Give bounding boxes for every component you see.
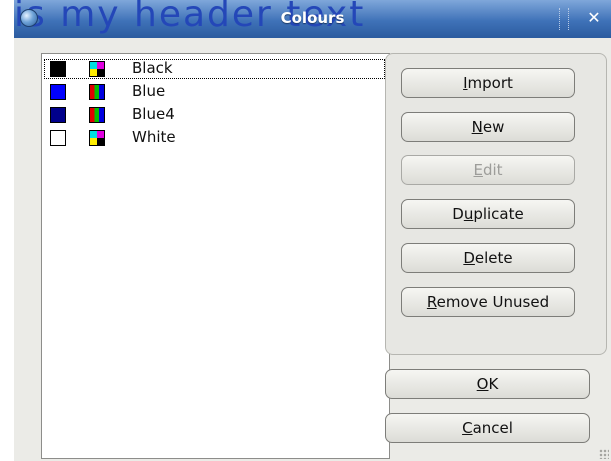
colour-swatch [50, 130, 66, 146]
new-accelerator: N [471, 118, 483, 136]
remove-unused-button[interactable]: Remove Unused [401, 287, 575, 317]
import-label-post: mport [467, 74, 513, 92]
resize-grip[interactable] [599, 449, 609, 459]
edit-accelerator: E [473, 161, 483, 179]
cancel-accelerator: C [462, 419, 473, 437]
colour-list[interactable]: Black Blue Blue4 White [41, 53, 390, 459]
colour-swatch [50, 61, 66, 77]
ok-button[interactable]: OK [385, 369, 590, 399]
ok-label-post: K [488, 375, 499, 393]
cancel-label-post: ancel [472, 419, 513, 437]
titlebar-grip [559, 8, 569, 30]
list-item[interactable]: Black [43, 58, 386, 80]
cancel-button[interactable]: Cancel [385, 413, 590, 443]
duplicate-button[interactable]: Duplicate [401, 199, 575, 229]
list-item[interactable]: Blue4 [43, 104, 386, 126]
delete-label-post: elete [474, 249, 513, 267]
colour-name: Black [132, 59, 173, 77]
list-item[interactable]: White [43, 127, 386, 149]
action-button-group: Import New Edit Duplicate Delete Remove … [385, 53, 607, 355]
window-title: Colours [280, 9, 345, 27]
colour-swatch [50, 107, 66, 123]
edit-label-post: dit [482, 161, 503, 179]
list-item[interactable]: Blue [43, 81, 386, 103]
duplicate-label-post: plicate [473, 205, 524, 223]
edit-button[interactable]: Edit [401, 155, 575, 185]
cmyk-spot-icon [89, 61, 105, 77]
colour-name: Blue [132, 82, 166, 100]
import-button[interactable]: Import [401, 68, 575, 98]
cmyk-spot-icon [89, 130, 105, 146]
duplicate-accelerator: u [463, 205, 474, 223]
remove-unused-label-post: emove Unused [436, 293, 550, 311]
delete-button[interactable]: Delete [401, 243, 575, 273]
new-label-post: ew [482, 118, 505, 136]
remove-unused-accelerator: R [426, 293, 437, 311]
colours-dialog: Black Blue Blue4 White Import New Edit D… [14, 38, 611, 461]
close-icon[interactable]: ✕ [582, 6, 606, 30]
colour-name: White [132, 128, 176, 146]
colour-swatch [50, 84, 66, 100]
duplicate-label-pre: D [452, 205, 464, 223]
colour-name: Blue4 [132, 105, 175, 123]
rgb-spot-icon [89, 84, 105, 100]
title-bar[interactable]: is my header text Colours ✕ [14, 0, 611, 38]
new-button[interactable]: New [401, 112, 575, 142]
rgb-spot-icon [89, 107, 105, 123]
ok-accelerator: O [476, 375, 489, 393]
delete-accelerator: D [463, 249, 475, 267]
